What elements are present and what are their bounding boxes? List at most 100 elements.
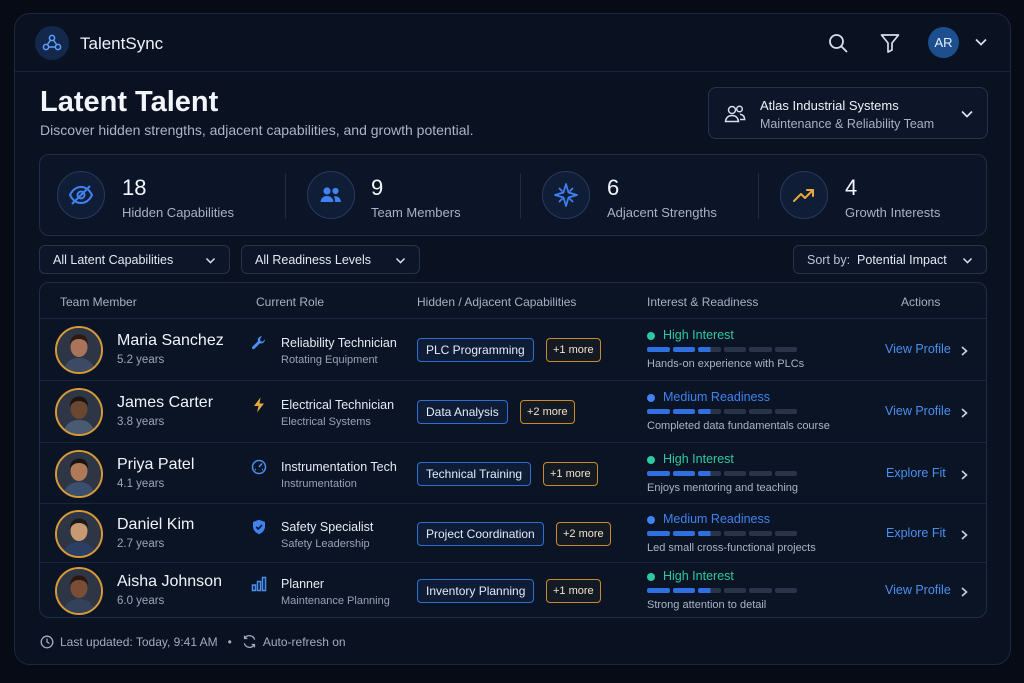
readiness-segment — [698, 409, 721, 414]
readiness-note: Hands-on experience with PLCs — [647, 358, 805, 370]
current-role: Electrical Technician — [281, 398, 395, 412]
stat-value: 9 — [371, 175, 384, 200]
chevron-right-icon[interactable] — [958, 406, 970, 418]
shield-icon — [251, 519, 267, 535]
member-name[interactable]: James Carter — [117, 394, 213, 412]
table-row[interactable]: Daniel Kim 2.7 years Safety Specialist Safe… — [40, 504, 986, 563]
row-action-link[interactable]: Explore Fit — [886, 466, 946, 480]
capability-chip[interactable]: Inventory Planning — [417, 579, 535, 603]
bar-chart-icon — [251, 576, 267, 592]
readiness-segment — [774, 409, 797, 414]
capabilities-filter-dropdown[interactable]: All Latent Capabilities — [39, 245, 230, 274]
row-action-link[interactable]: Explore Fit — [886, 526, 946, 540]
readiness-segment — [723, 588, 746, 593]
readiness-note: Led small cross-functional projects — [647, 541, 816, 554]
readiness-bar — [647, 347, 797, 352]
users-icon — [307, 171, 355, 219]
readiness-segment — [672, 347, 695, 352]
eye-off-icon — [57, 171, 105, 219]
member-name[interactable]: Maria Sanchez — [117, 332, 224, 350]
table-row[interactable]: Aisha Johnson 6.0 years Planner Maintenance… — [40, 563, 986, 619]
role-area: Rotating Equipment — [281, 354, 378, 366]
interest-status: High Interest — [663, 569, 734, 583]
member-tenure: 4.1 years — [117, 477, 165, 490]
user-avatar[interactable]: AR — [928, 27, 959, 58]
readiness-segment — [723, 409, 746, 414]
status-dot — [647, 573, 655, 581]
avatar — [55, 449, 103, 498]
chevron-right-icon[interactable] — [958, 585, 970, 597]
member-name[interactable]: Aisha Johnson — [117, 573, 222, 591]
role-area: Electrical Systems — [281, 416, 371, 428]
more-capabilities-badge[interactable]: +1 more — [546, 579, 601, 603]
readiness-segment — [647, 470, 670, 476]
member-name[interactable]: Daniel Kim — [117, 516, 194, 534]
chevron-right-icon[interactable] — [958, 468, 970, 480]
gauge-icon — [251, 459, 267, 475]
role-area: Maintenance Planning — [281, 595, 390, 607]
chevron-right-icon[interactable] — [958, 528, 970, 540]
divider — [520, 173, 521, 219]
more-capabilities-badge[interactable]: +1 more — [546, 338, 601, 362]
avatar — [55, 567, 103, 615]
table-row[interactable]: Maria Sanchez 5.2 years Reliability Techni… — [40, 319, 986, 381]
interest-status: High Interest — [663, 328, 734, 342]
current-role: Safety Specialist — [281, 519, 374, 534]
member-tenure: 2.7 years — [117, 537, 165, 550]
filter-icon[interactable] — [879, 32, 901, 54]
page-subtitle: Discover hidden strengths, adjacent capa… — [40, 122, 474, 138]
search-icon[interactable] — [827, 32, 849, 54]
trend-up-icon — [780, 171, 828, 219]
row-action-link[interactable]: View Profile — [885, 583, 951, 597]
capability-chip[interactable]: Data Analysis — [417, 400, 508, 424]
wrench-icon — [251, 335, 267, 351]
stat-value: 4 — [845, 175, 858, 200]
last-updated: Last updated: Today, 9:41 AM — [60, 634, 218, 649]
organization-selector[interactable]: Atlas Industrial Systems Maintenance & R… — [708, 87, 988, 139]
sort-dropdown[interactable]: Sort by: Potential Impact — [793, 245, 987, 274]
divider — [758, 173, 759, 219]
talent-table: Team Member Current Role Hidden / Adjace… — [39, 282, 987, 618]
footer-separator: • — [227, 634, 232, 649]
dropdown-label: All Readiness Levels — [255, 253, 372, 267]
member-tenure: 5.2 years — [117, 354, 165, 366]
more-capabilities-badge[interactable]: +2 more — [520, 400, 575, 424]
column-header: Team Member — [60, 295, 137, 309]
readiness-segment — [672, 530, 695, 536]
table-row[interactable]: Priya Patel 4.1 years Instrumentation Tech… — [40, 443, 986, 504]
current-role: Reliability Technician — [281, 336, 397, 350]
app-window: TalentSync AR Latent Talent Discover hid… — [14, 13, 1011, 665]
status-dot — [647, 332, 655, 340]
top-bar: TalentSync AR — [15, 14, 1010, 72]
readiness-filter-dropdown[interactable]: All Readiness Levels — [241, 245, 420, 274]
readiness-segment — [723, 347, 746, 352]
more-capabilities-badge[interactable]: +2 more — [556, 521, 611, 546]
readiness-note: Completed data fundamentals course — [647, 420, 830, 432]
row-action-link[interactable]: View Profile — [885, 342, 951, 356]
more-capabilities-badge[interactable]: +1 more — [543, 461, 598, 486]
readiness-bar — [647, 530, 797, 536]
chevron-down-icon[interactable] — [973, 34, 989, 50]
refresh-icon[interactable] — [242, 634, 257, 649]
status-dot — [647, 394, 655, 402]
organization-name: Atlas Industrial Systems — [760, 98, 899, 113]
app-name: TalentSync — [80, 34, 164, 53]
row-action-link[interactable]: View Profile — [885, 404, 951, 418]
interest-status: Medium Readiness — [663, 390, 770, 404]
table-row[interactable]: James Carter 3.8 years Electrical Technici… — [40, 381, 986, 443]
chevron-right-icon[interactable] — [958, 344, 970, 356]
capability-chip[interactable]: Technical Training — [417, 461, 532, 486]
status-dot — [647, 515, 655, 524]
avatar — [55, 388, 103, 436]
readiness-segment — [698, 347, 721, 352]
member-name[interactable]: Priya Patel — [117, 456, 194, 474]
capability-chip[interactable]: Project Coordination — [417, 521, 544, 546]
column-header: Actions — [901, 295, 941, 309]
auto-refresh-status[interactable]: Auto-refresh on — [263, 635, 346, 649]
member-tenure: 6.0 years — [117, 595, 165, 607]
capability-chip[interactable]: PLC Programming — [417, 338, 534, 362]
readiness-segment — [774, 588, 797, 593]
readiness-note: Enjoys mentoring and teaching — [647, 481, 799, 494]
role-area: Safety Leadership — [281, 537, 370, 550]
column-header: Hidden / Adjacent Capabilities — [417, 295, 577, 309]
